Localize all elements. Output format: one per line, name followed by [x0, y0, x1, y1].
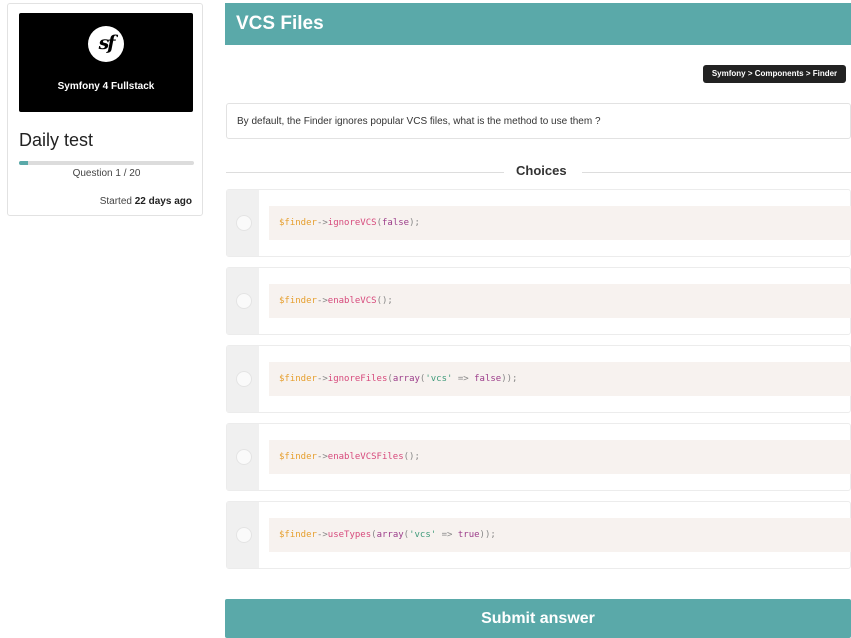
progress-bar	[19, 161, 194, 165]
code-token: =>	[452, 374, 475, 384]
code-token: array	[392, 374, 420, 384]
code-token: useTypes	[327, 530, 372, 540]
code-token: false	[381, 218, 410, 228]
radio-icon[interactable]	[236, 215, 252, 231]
choice-code: $finder -> ignoreFiles(array('vcs' => fals…	[269, 362, 851, 396]
code-token: array	[376, 530, 404, 540]
code-token: );	[409, 218, 420, 228]
code-token: ->	[316, 374, 328, 384]
radio-icon[interactable]	[236, 371, 252, 387]
symfony-logo-icon: sf	[88, 26, 124, 62]
choices-heading: Choices	[226, 163, 851, 181]
code-token: false	[474, 374, 502, 384]
choice-option[interactable]: $finder -> enableVCS ();	[226, 267, 851, 335]
choice-option[interactable]: $finder -> ignoreFiles(array('vcs' => fals…	[226, 345, 851, 413]
code-token: ));	[479, 530, 496, 540]
started-value: 22 days ago	[134, 196, 192, 207]
choice-option[interactable]: $finder -> enableVCSFiles ();	[226, 423, 851, 491]
code-token: $finder	[279, 452, 317, 462]
code-token: ));	[501, 374, 518, 384]
code-token: ->	[316, 296, 328, 306]
code-token: $finder	[279, 530, 317, 540]
breadcrumb: Symfony > Components > Finder	[703, 65, 846, 83]
submit-answer-button[interactable]: Submit answer	[225, 599, 851, 638]
code-token: ->	[316, 452, 328, 462]
code-token: 'vcs'	[409, 530, 437, 540]
radio-icon[interactable]	[236, 449, 252, 465]
code-token: enableVCS	[327, 296, 377, 306]
code-token: $finder	[279, 296, 317, 306]
choice-code: $finder -> useTypes(array('vcs' => true));	[269, 518, 851, 552]
question-header: VCS Files	[225, 3, 851, 45]
started-label: Started	[99, 196, 132, 207]
code-token: ignoreVCS	[327, 218, 377, 228]
test-info-card: sf Symfony 4 Fullstack Daily test Questi…	[7, 3, 203, 216]
course-name: Symfony 4 Fullstack	[57, 81, 155, 92]
code-token: $finder	[279, 374, 317, 384]
question-counter: Question 1 / 20	[72, 168, 141, 179]
code-token: ->	[316, 218, 328, 228]
code-token: ->	[316, 530, 328, 540]
course-logo: sf Symfony 4 Fullstack	[19, 13, 193, 112]
radio-icon[interactable]	[236, 293, 252, 309]
test-title: Daily test	[19, 130, 94, 150]
code-token: =>	[436, 530, 458, 540]
divider	[226, 172, 504, 173]
question-text: By default, the Finder ignores popular V…	[226, 103, 851, 139]
code-token: ();	[376, 296, 393, 306]
choice-option[interactable]: $finder -> useTypes(array('vcs' => true));	[226, 501, 851, 569]
radio-icon[interactable]	[236, 527, 252, 543]
code-token: ignoreFiles	[327, 374, 388, 384]
code-token: ();	[403, 452, 420, 462]
code-token: $finder	[279, 218, 317, 228]
choice-code: $finder -> enableVCSFiles ();	[269, 440, 851, 474]
divider	[582, 172, 851, 173]
choice-option[interactable]: $finder -> ignoreVCS(false);	[226, 189, 851, 257]
choices-label: Choices	[516, 163, 567, 178]
code-token: true	[457, 530, 480, 540]
code-token: 'vcs'	[425, 374, 453, 384]
page-title: VCS Files	[236, 13, 324, 34]
started-info: Started 22 days ago	[100, 196, 192, 207]
choice-code: $finder -> ignoreVCS(false);	[269, 206, 851, 240]
code-token: enableVCSFiles	[327, 452, 404, 462]
choice-code: $finder -> enableVCS ();	[269, 284, 851, 318]
progress-bar-fill	[19, 161, 28, 165]
